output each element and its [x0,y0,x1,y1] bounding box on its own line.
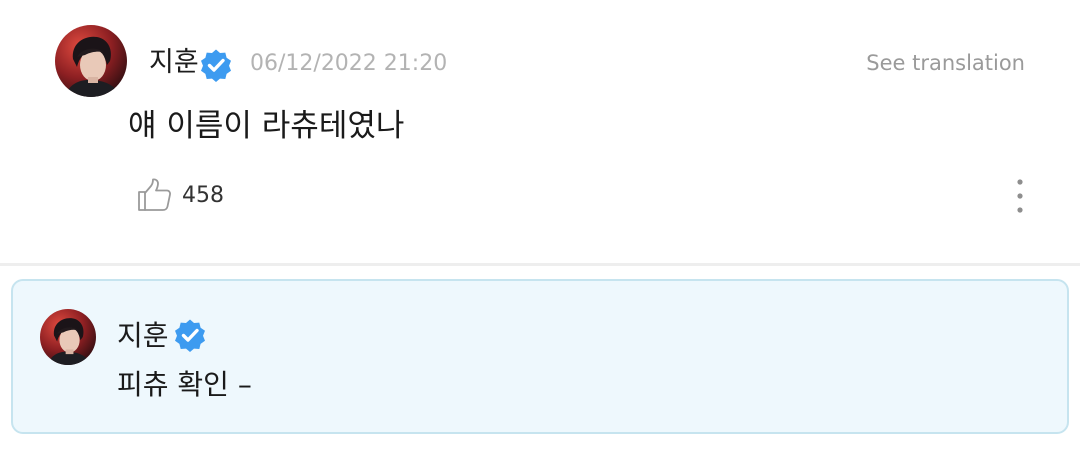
avatar-image [55,25,127,97]
post-timestamp: 06/12/2022 21:20 [250,51,448,76]
verified-badge-icon [201,49,231,82]
verified-badge-icon [175,319,205,352]
thumbs-up-icon[interactable] [136,177,173,213]
reply-content: 피츄 확인 – [117,368,252,401]
author-avatar[interactable] [55,25,127,97]
section-divider [0,263,1080,266]
reply-author-avatar[interactable] [40,309,96,365]
post-content: 얘 이름이 라츄테였나 [128,108,405,144]
avatar-image [40,309,96,365]
more-vertical-icon[interactable] [1008,177,1032,215]
reply-card: 지훈 피츄 확인 – [11,279,1069,434]
like-count: 458 [182,183,224,208]
reply-author-name[interactable]: 지훈 [117,316,169,356]
post-card: 지훈 06/12/2022 21:20 See translation 얘 이름… [0,0,1080,263]
author-name[interactable]: 지훈 [149,43,199,83]
see-translation-button[interactable]: See translation [866,48,1025,78]
